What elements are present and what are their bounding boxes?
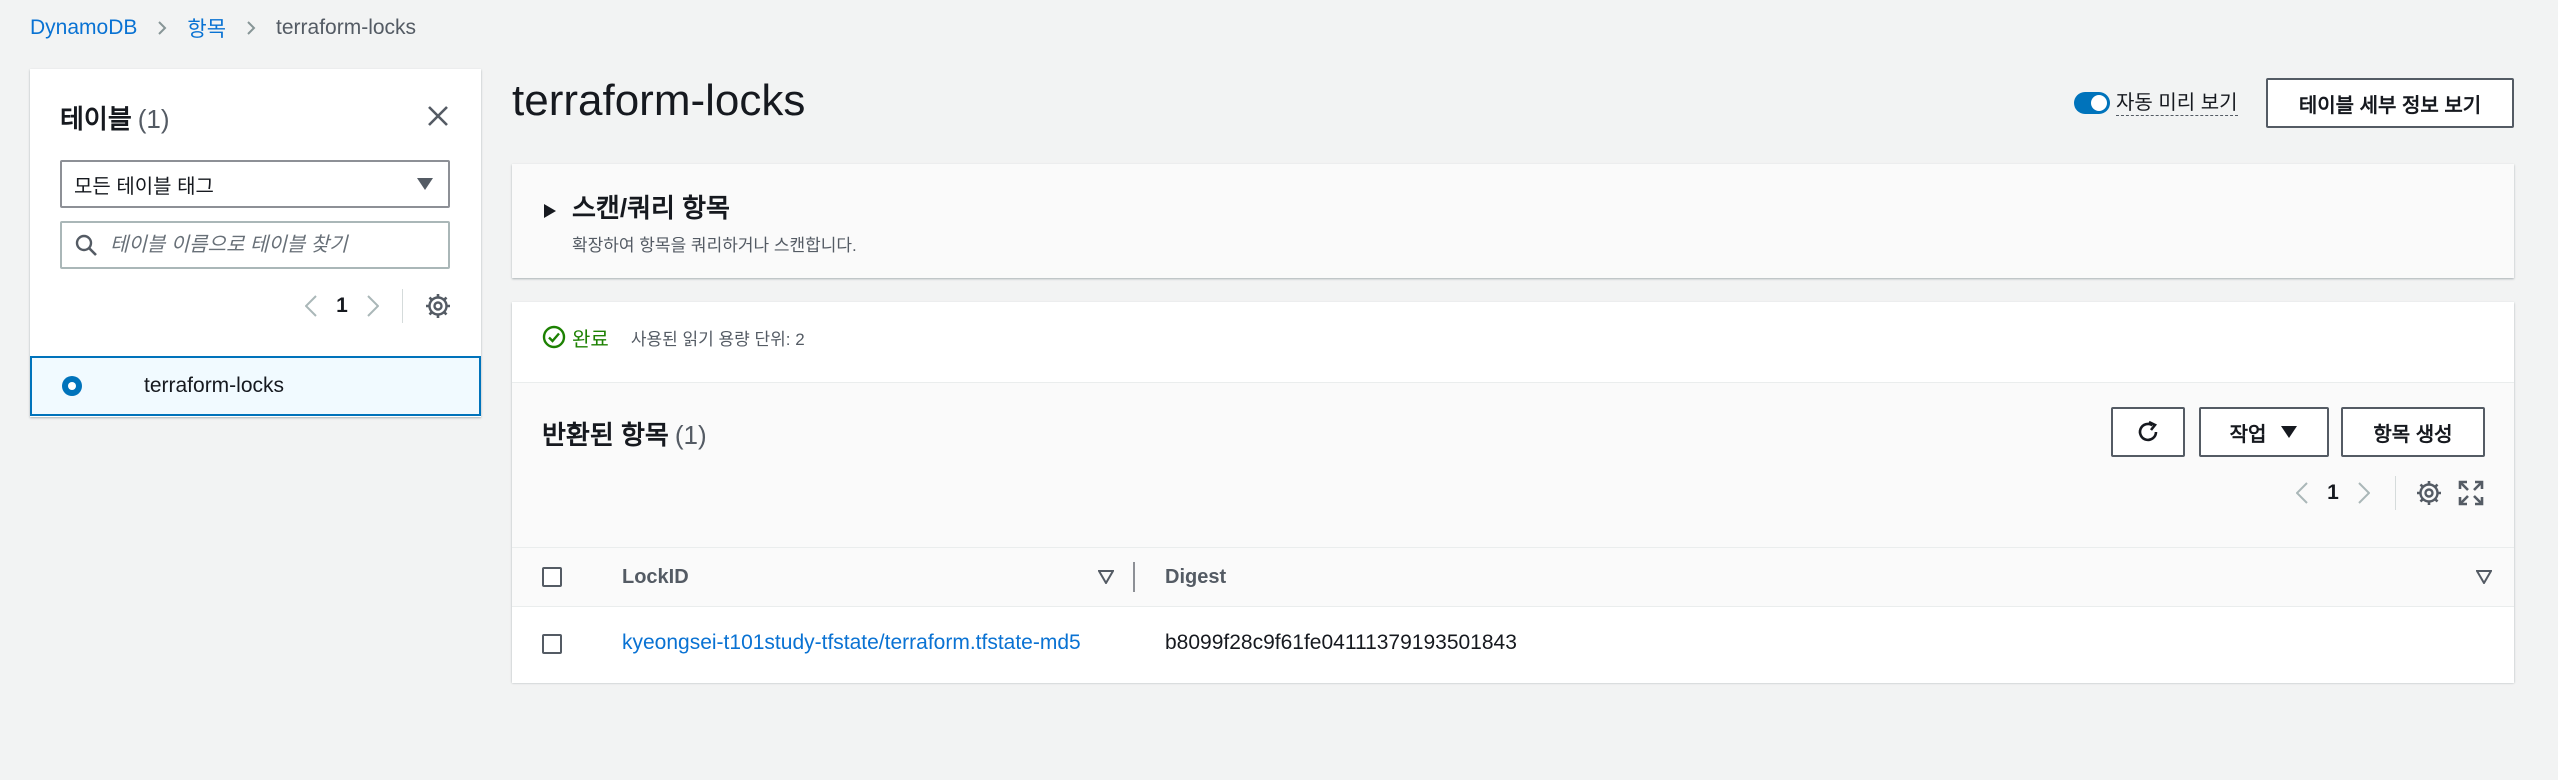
actions-dropdown-button[interactable]: 작업 bbox=[2199, 407, 2329, 457]
caret-down-icon bbox=[417, 178, 433, 190]
prev-page-icon[interactable] bbox=[2291, 480, 2313, 506]
fullscreen-icon[interactable] bbox=[2458, 480, 2484, 506]
refresh-icon bbox=[2138, 420, 2158, 442]
current-page[interactable]: 1 bbox=[322, 294, 362, 318]
actions-label: 작업 bbox=[2229, 423, 2267, 446]
gear-icon[interactable] bbox=[425, 293, 451, 319]
results-panel: 완료 사용된 읽기 용량 단위: 2 반환된 항목(1) 작업 항목 생성 1 bbox=[512, 302, 2514, 683]
prev-page-icon[interactable] bbox=[300, 293, 322, 319]
scan-query-title[interactable]: 스캔/쿼리 항목 bbox=[572, 188, 730, 225]
results-pagination: 1 bbox=[2291, 475, 2484, 511]
table-tag-filter-select[interactable]: 모든 테이블 태그 bbox=[60, 160, 450, 208]
status-text: 완료 bbox=[572, 328, 609, 351]
chevron-right-icon bbox=[158, 21, 167, 35]
breadcrumb-dynamodb-link[interactable]: DynamoDB bbox=[30, 16, 137, 40]
digest-cell: b8099f28c9f61fe04111379193501843 bbox=[1165, 631, 1517, 654]
column-resizer[interactable] bbox=[1133, 562, 1135, 592]
toggle-switch[interactable] bbox=[2074, 92, 2110, 114]
gear-icon[interactable] bbox=[2416, 480, 2442, 506]
table-header-row: LockID Digest bbox=[512, 547, 2514, 607]
search-icon bbox=[75, 234, 97, 256]
table-row: kyeongsei-t101study-tfstate/terraform.tf… bbox=[512, 607, 2514, 683]
column-header-lockid[interactable]: LockID bbox=[622, 566, 689, 589]
returned-items-title: 반환된 항목 (1) bbox=[542, 415, 707, 452]
close-icon[interactable] bbox=[425, 103, 451, 129]
caret-down-icon bbox=[2281, 426, 2298, 438]
returned-items-count: (1) bbox=[674, 420, 707, 450]
radio-selected-icon[interactable] bbox=[62, 376, 82, 396]
tables-side-panel: 테이블(1) 모든 테이블 태그 1 terraform-locks bbox=[30, 69, 481, 417]
scan-query-panel: 스캔/쿼리 항목 확장하여 항목을 쿼리하거나 스캔합니다. bbox=[512, 164, 2514, 278]
current-page[interactable]: 1 bbox=[2313, 481, 2353, 505]
page-title: terraform-locks bbox=[512, 76, 806, 125]
scan-query-description: 확장하여 항목을 쿼리하거나 스캔합니다. bbox=[572, 236, 857, 255]
side-panel-title-text: 테이블 bbox=[60, 104, 132, 134]
next-page-icon[interactable] bbox=[362, 293, 384, 319]
side-panel-count: (1) bbox=[137, 104, 170, 134]
sort-icon[interactable] bbox=[1098, 570, 1114, 584]
chevron-right-icon bbox=[247, 21, 256, 35]
read-capacity-units: 사용된 읽기 용량 단위: 2 bbox=[630, 329, 805, 349]
side-pagination: 1 bbox=[300, 289, 451, 323]
next-page-icon[interactable] bbox=[2353, 480, 2375, 506]
returned-items-section: 반환된 항목 (1) 작업 항목 생성 1 LockID Digest kyeo… bbox=[512, 382, 2514, 683]
tag-filter-value: 모든 테이블 태그 bbox=[74, 175, 214, 198]
table-search-box bbox=[60, 221, 450, 269]
row-checkbox[interactable] bbox=[542, 634, 562, 654]
divider bbox=[402, 289, 403, 323]
refresh-button[interactable] bbox=[2111, 407, 2185, 457]
returned-items-title-text: 반환된 항목 bbox=[542, 420, 669, 450]
table-search-input[interactable] bbox=[108, 232, 438, 258]
table-list-item-label: terraform-locks bbox=[144, 374, 285, 397]
auto-preview-label: 자동 미리 보기 bbox=[2116, 91, 2238, 116]
select-all-checkbox[interactable] bbox=[542, 567, 562, 587]
create-item-button[interactable]: 항목 생성 bbox=[2341, 407, 2485, 457]
status-row: 완료 사용된 읽기 용량 단위: 2 bbox=[542, 322, 805, 352]
column-header-digest[interactable]: Digest bbox=[1165, 566, 1226, 589]
side-panel-title: 테이블 (1) bbox=[60, 99, 170, 136]
breadcrumb-current: terraform-locks bbox=[276, 16, 417, 39]
breadcrumb-items-link[interactable]: 항목 bbox=[187, 13, 226, 43]
caret-right-icon[interactable] bbox=[543, 203, 557, 219]
breadcrumb: DynamoDB 항목 terraform-locks bbox=[30, 14, 416, 42]
view-table-details-button[interactable]: 테이블 세부 정보 보기 bbox=[2266, 78, 2514, 128]
check-circle-icon bbox=[542, 325, 566, 349]
lockid-cell-link[interactable]: kyeongsei-t101study-tfstate/terraform.tf… bbox=[622, 631, 1112, 655]
table-list-item[interactable]: terraform-locks bbox=[30, 356, 481, 416]
auto-preview-toggle[interactable]: 자동 미리 보기 bbox=[2074, 88, 2238, 118]
divider bbox=[2395, 476, 2396, 510]
sort-icon[interactable] bbox=[2476, 570, 2492, 584]
